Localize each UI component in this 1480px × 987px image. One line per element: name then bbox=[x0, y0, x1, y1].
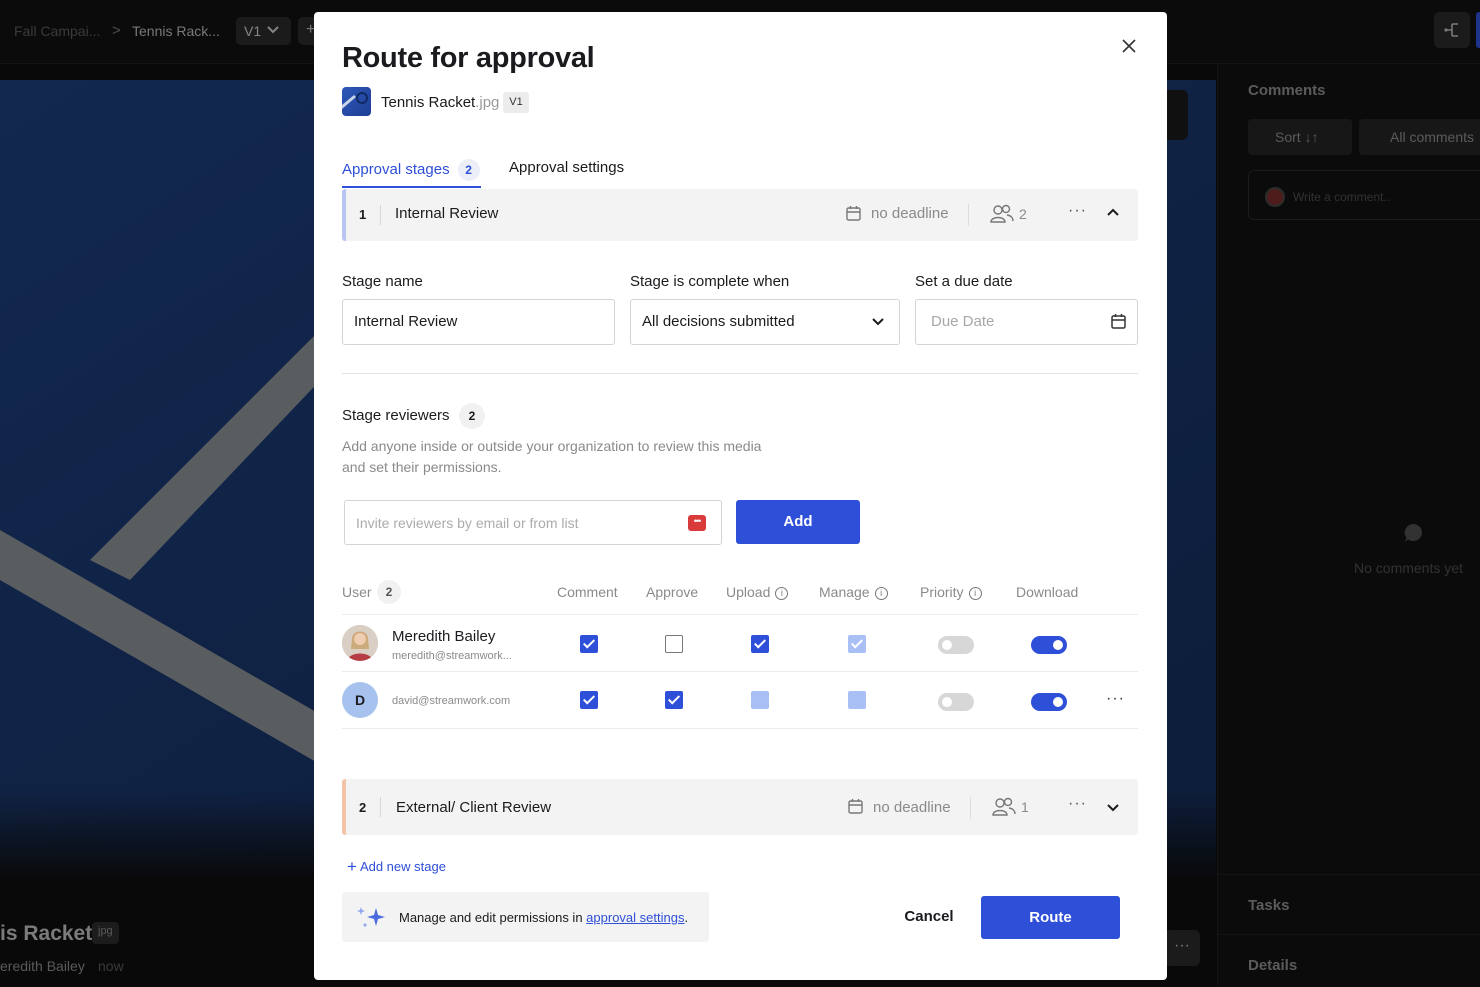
stage-number: 1 bbox=[359, 207, 367, 222]
col-manage: Manage i bbox=[819, 584, 888, 600]
avatar bbox=[342, 625, 378, 661]
upload-checkbox[interactable] bbox=[751, 635, 769, 653]
avatar: D bbox=[342, 682, 378, 718]
route-button[interactable]: Route bbox=[981, 896, 1120, 939]
approval-settings-link[interactable]: approval settings bbox=[586, 910, 684, 925]
col-priority: Priority i bbox=[920, 584, 982, 600]
calendar-icon bbox=[846, 206, 861, 221]
permissions-tip: Manage and edit permissions in approval … bbox=[342, 892, 709, 942]
info-icon[interactable]: i bbox=[874, 587, 888, 600]
complete-when-value: All decisions submitted bbox=[642, 313, 795, 330]
col-download: Download bbox=[1016, 584, 1079, 600]
stage-number: 2 bbox=[359, 800, 367, 815]
stage-more-button[interactable]: ··· bbox=[1068, 795, 1087, 813]
reviewer-name: Meredith Bailey bbox=[392, 628, 496, 645]
cancel-button[interactable]: Cancel bbox=[890, 896, 968, 938]
route-approval-modal: Route for approval Tennis Racket.jpg V1 … bbox=[314, 12, 1167, 980]
close-icon[interactable] bbox=[1119, 36, 1139, 56]
priority-toggle[interactable] bbox=[938, 636, 974, 654]
add-reviewer-button[interactable]: Add bbox=[736, 500, 860, 544]
manage-checkbox[interactable] bbox=[848, 635, 866, 653]
due-date-label: Set a due date bbox=[915, 273, 1013, 290]
file-name: Tennis Racket.jpg bbox=[381, 94, 500, 111]
stage-name: External/ Client Review bbox=[396, 799, 552, 816]
col-approve: Approve bbox=[646, 584, 699, 600]
chevron-down-icon[interactable] bbox=[1106, 803, 1120, 813]
stage-user-count: 1 bbox=[1021, 799, 1029, 815]
complete-when-select[interactable]: All decisions submitted bbox=[630, 299, 900, 345]
complete-when-label: Stage is complete when bbox=[630, 273, 790, 290]
stage-name-value: Internal Review bbox=[354, 313, 458, 330]
stage-name-input[interactable]: Internal Review bbox=[342, 299, 615, 345]
invite-reviewers-input[interactable]: Invite reviewers by email or from list •… bbox=[344, 500, 722, 545]
file-version-badge: V1 bbox=[503, 92, 529, 113]
modal-title: Route for approval bbox=[342, 42, 595, 74]
stage-more-button[interactable]: ··· bbox=[1068, 202, 1087, 220]
file-thumbnail bbox=[342, 87, 371, 116]
sparkle-icon bbox=[357, 907, 385, 927]
users-icon bbox=[992, 797, 1016, 816]
due-date-input[interactable]: Due Date bbox=[915, 299, 1138, 345]
stage-user-count: 2 bbox=[1019, 206, 1027, 222]
manage-checkbox[interactable] bbox=[848, 691, 866, 709]
add-new-stage-button[interactable]: + Add new stage bbox=[347, 857, 446, 877]
divider bbox=[342, 373, 1138, 374]
tab-approval-stages[interactable]: Approval stages 2 bbox=[342, 159, 480, 181]
upload-checkbox[interactable] bbox=[751, 691, 769, 709]
stage-name: Internal Review bbox=[395, 205, 499, 222]
chevron-down-icon bbox=[872, 318, 884, 326]
stage-2-header[interactable]: 2 External/ Client Review no deadline 1 … bbox=[342, 779, 1138, 835]
approve-checkbox[interactable] bbox=[665, 635, 683, 653]
user-count-badge: 2 bbox=[377, 580, 401, 604]
users-icon bbox=[990, 204, 1014, 223]
col-comment: Comment bbox=[557, 584, 618, 600]
due-date-placeholder: Due Date bbox=[931, 313, 995, 330]
stage-deadline: no deadline bbox=[871, 205, 949, 222]
info-icon[interactable]: i bbox=[775, 587, 789, 600]
password-manager-icon[interactable]: ••• bbox=[688, 515, 706, 531]
active-tab-indicator bbox=[342, 186, 481, 188]
tab-approval-settings[interactable]: Approval settings bbox=[509, 159, 624, 176]
invite-placeholder: Invite reviewers by email or from list bbox=[356, 515, 579, 531]
reviewers-description: Add anyone inside or outside your organi… bbox=[342, 438, 762, 475]
tab-approval-stages-label: Approval stages bbox=[342, 160, 450, 178]
stage-deadline: no deadline bbox=[873, 799, 951, 816]
reviewers-count-badge: 2 bbox=[459, 403, 485, 429]
stages-count-badge: 2 bbox=[457, 159, 480, 181]
reviewer-email: david@streamwork.com bbox=[392, 695, 511, 707]
stage-reviewers-title: Stage reviewers bbox=[342, 407, 450, 424]
approve-checkbox[interactable] bbox=[665, 691, 683, 709]
col-user: User bbox=[342, 584, 372, 600]
calendar-icon[interactable] bbox=[1110, 313, 1127, 330]
download-toggle[interactable] bbox=[1031, 693, 1067, 711]
calendar-icon bbox=[848, 799, 863, 814]
info-icon[interactable]: i bbox=[968, 587, 982, 600]
stage-name-label: Stage name bbox=[342, 273, 423, 290]
col-upload: Upload i bbox=[726, 584, 789, 600]
download-toggle[interactable] bbox=[1031, 636, 1067, 654]
tip-text: Manage and edit permissions in approval … bbox=[399, 910, 689, 925]
comment-checkbox[interactable] bbox=[580, 691, 598, 709]
priority-toggle[interactable] bbox=[938, 693, 974, 711]
plus-icon: + bbox=[347, 857, 357, 876]
chevron-up-icon[interactable] bbox=[1106, 207, 1120, 217]
stage-1-header[interactable]: 1 Internal Review no deadline 2 ··· bbox=[342, 189, 1138, 241]
reviewer-email: meredith@streamwork... bbox=[392, 650, 512, 662]
reviewer-more-button[interactable]: ··· bbox=[1106, 690, 1125, 708]
comment-checkbox[interactable] bbox=[580, 635, 598, 653]
